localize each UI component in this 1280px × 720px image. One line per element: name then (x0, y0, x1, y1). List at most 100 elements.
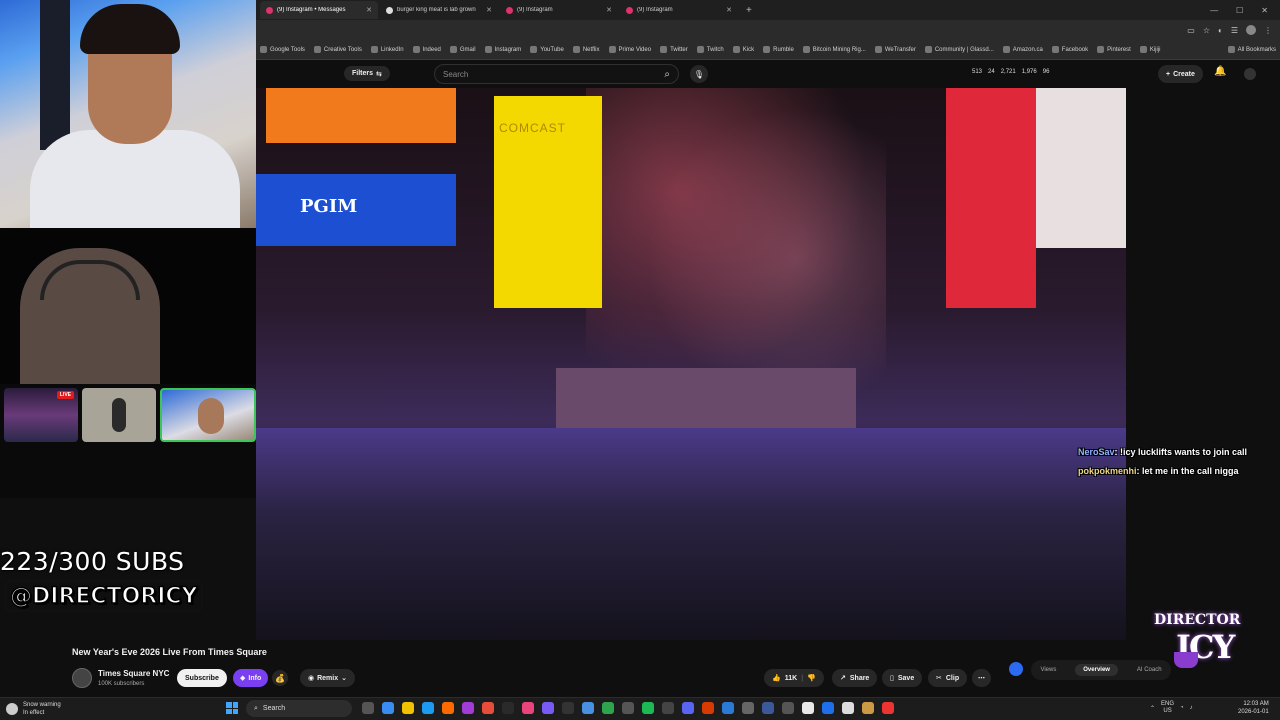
bookmark-prime-video[interactable]: Prime Video (608, 46, 651, 53)
discord-icon[interactable] (682, 702, 694, 714)
bookmark-pinterest[interactable]: Pinterest (1097, 46, 1131, 53)
thumbs-down-icon[interactable]: 👎 (807, 674, 816, 682)
firefox-icon[interactable] (442, 702, 454, 714)
volume-icon[interactable]: ♪ (1190, 705, 1193, 711)
tab-overview[interactable]: Overview (1075, 664, 1118, 676)
app-icon[interactable] (482, 702, 494, 714)
bookmark-rumble[interactable]: Rumble (763, 46, 794, 53)
bookmark-linkedin[interactable]: LinkedIn (370, 46, 404, 53)
bookmark-google-tools[interactable]: Google Tools (260, 46, 305, 53)
close-icon[interactable]: ✕ (366, 6, 372, 14)
app-icon[interactable] (742, 702, 754, 714)
weather-widget[interactable]: Snow warning In effect (6, 701, 61, 717)
close-icon[interactable]: ✕ (726, 6, 732, 14)
app-icon[interactable] (802, 702, 814, 714)
channel-avatar[interactable] (72, 668, 92, 688)
clock[interactable]: 12:03 AM 2026-01-01 (1238, 700, 1269, 716)
tab-instagram-2[interactable]: (9) Instagram ✕ (500, 1, 618, 19)
bookmark-creative-tools[interactable]: Creative Tools (313, 46, 362, 53)
app-icon[interactable] (702, 702, 714, 714)
close-icon[interactable]: ✕ (606, 6, 612, 14)
app-icon[interactable] (782, 702, 794, 714)
all-bookmarks[interactable]: All Bookmarks (1227, 46, 1280, 53)
info-button[interactable]: ◆ Info (233, 669, 269, 687)
app-icon[interactable] (502, 702, 514, 714)
video-player[interactable]: PGIM COMCAST (256, 88, 1126, 640)
tab-views[interactable]: Views (1040, 667, 1056, 673)
app-icon[interactable] (842, 702, 854, 714)
app-icon[interactable] (882, 702, 894, 714)
save-button[interactable]: ▯ Save (882, 669, 923, 687)
close-window-icon[interactable]: ✕ (1261, 6, 1268, 15)
extensions-icon[interactable]: ◐ (1218, 26, 1223, 35)
cast-icon[interactable]: ▭ (1187, 26, 1195, 35)
account-avatar[interactable] (1244, 68, 1256, 80)
bookmark-twitch[interactable]: Twitch (696, 46, 724, 53)
tab-instagram-messages[interactable]: (9) Instagram • Messages ✕ (260, 1, 378, 19)
thumbnail-self[interactable] (160, 388, 256, 442)
tab-instagram-3[interactable]: (9) Instagram ✕ (620, 1, 738, 19)
star-icon[interactable]: ☆ (1203, 26, 1210, 35)
bookmark-glassdoor[interactable]: Community | Glassd... (924, 46, 994, 53)
more-actions-button[interactable]: ⋯ (972, 669, 991, 687)
edge-icon[interactable] (422, 702, 434, 714)
share-button[interactable]: ↗ Share (832, 669, 878, 687)
bookmark-amazon[interactable]: Amazon.ca (1002, 46, 1043, 53)
filters-button[interactable]: Filters ⇆ (344, 66, 390, 81)
windows-start-icon[interactable] (226, 702, 238, 714)
microphone-icon[interactable]: 🎙 (690, 65, 708, 83)
thumbnail-guest[interactable] (82, 388, 156, 442)
bookmark-gmail[interactable]: Gmail (449, 46, 476, 53)
app-icon[interactable] (662, 702, 674, 714)
widgets-icon[interactable] (382, 702, 394, 714)
bookmark-netflix[interactable]: Netflix (572, 46, 600, 53)
taskbar-search[interactable]: ⌕ Search (246, 700, 352, 717)
bookmark-wetransfer[interactable]: WeTransfer (874, 46, 916, 53)
chevron-up-icon[interactable]: ⌃ (1150, 705, 1155, 712)
chrome-icon[interactable] (582, 702, 594, 714)
file-explorer-icon[interactable] (402, 702, 414, 714)
app-icon[interactable] (722, 702, 734, 714)
new-tab-button[interactable]: + (740, 5, 758, 16)
close-icon[interactable]: ✕ (486, 6, 492, 14)
minimize-icon[interactable]: — (1210, 6, 1218, 15)
remix-button[interactable]: ◉ Remix ⌄ (300, 669, 355, 687)
search-icon[interactable]: ⌕ (664, 69, 670, 80)
profile-avatar[interactable] (1246, 25, 1256, 35)
task-view-icon[interactable] (362, 702, 374, 714)
maximize-icon[interactable]: ☐ (1236, 6, 1243, 15)
app-icon[interactable] (862, 702, 874, 714)
bookmark-kijiji[interactable]: Kijiji (1139, 46, 1161, 53)
bookmark-kick[interactable]: Kick (732, 46, 754, 53)
clip-button[interactable]: ✂ Clip (928, 669, 968, 687)
subscribe-button[interactable]: Subscribe (177, 669, 227, 687)
search-input[interactable]: Search ⌕ (434, 64, 679, 84)
menu-icon[interactable]: ☰ (1231, 26, 1238, 35)
kebab-menu-icon[interactable]: ⋮ (1264, 26, 1272, 35)
app-icon[interactable] (562, 702, 574, 714)
bookmark-indeed[interactable]: Indeed (412, 46, 441, 53)
tab-burger-king[interactable]: burger king meat is lab grown ✕ (380, 1, 498, 19)
thumbnail-live[interactable]: LIVE (4, 388, 78, 442)
app-icon[interactable] (462, 702, 474, 714)
app-icon[interactable] (602, 702, 614, 714)
like-button[interactable]: 👍 11K | 👎 (764, 669, 824, 687)
bookmark-twitter[interactable]: Twitter (660, 46, 688, 53)
copilot-icon[interactable] (1009, 662, 1023, 676)
channel-name[interactable]: Times Square NYC (98, 669, 169, 678)
app-icon[interactable] (522, 702, 534, 714)
bookmark-instagram[interactable]: Instagram (484, 46, 521, 53)
bookmark-youtube[interactable]: YouTube (530, 46, 564, 53)
create-button[interactable]: + Create (1158, 65, 1203, 83)
wifi-icon[interactable]: ◔ (1180, 705, 1184, 711)
app-icon[interactable] (542, 702, 554, 714)
notifications-bell-icon[interactable]: 🔔 (1214, 66, 1226, 77)
app-icon[interactable] (622, 702, 634, 714)
app-icon[interactable] (822, 702, 834, 714)
spotify-icon[interactable] (642, 702, 654, 714)
bookmark-facebook[interactable]: Facebook (1051, 46, 1088, 53)
language-indicator[interactable]: ENG US (1161, 701, 1174, 715)
money-bag-icon[interactable]: 💰 (272, 670, 288, 686)
app-icon[interactable] (762, 702, 774, 714)
bookmark-bitcoin[interactable]: Bitcoin Mining Rig... (802, 46, 866, 53)
